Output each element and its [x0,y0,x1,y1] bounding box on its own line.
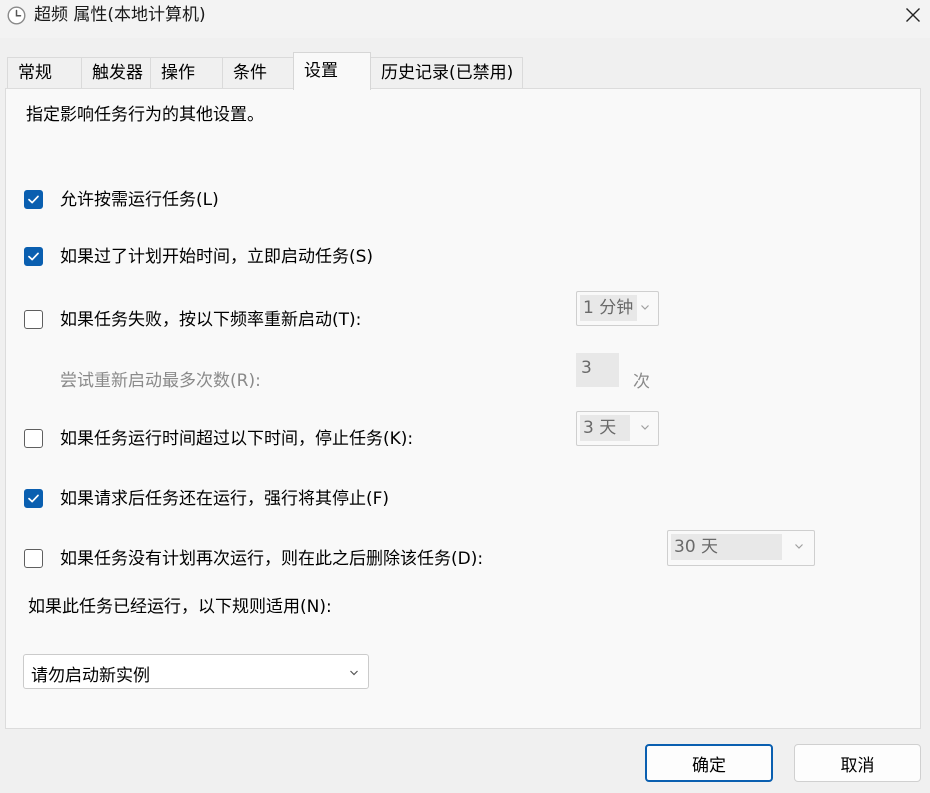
chevron-down-icon [641,305,649,310]
stop-duration-select[interactable]: 3 天 [576,411,659,446]
chevron-down-icon [641,425,649,430]
chevron-down-icon [350,670,358,676]
stop-if-long-label: 如果任务运行时间超过以下时间，停止任务(K): [60,429,414,449]
clock-icon [7,6,26,25]
allow-on-demand-checkbox[interactable] [24,190,43,209]
delete-task-checkbox[interactable] [24,549,43,568]
force-stop-checkbox[interactable] [24,489,43,508]
checkmark-icon [28,252,39,261]
run-asap-label: 如果过了计划开始时间，立即启动任务(S) [60,247,374,267]
running-rule-select[interactable]: 请勿启动新实例 [23,654,369,689]
tab-general[interactable]: 常规 [7,57,82,89]
delete-task-label: 如果任务没有计划再次运行，则在此之后删除该任务(D): [60,549,484,569]
cancel-button[interactable]: 取消 [794,744,921,782]
restart-interval-select[interactable]: 1 分钟 [576,291,659,326]
restart-attempts-label: 尝试重新启动最多次数(R): [60,371,261,391]
stop-if-long-checkbox[interactable] [24,429,43,448]
stop-duration-value: 3 天 [580,415,630,441]
tab-triggers[interactable]: 触发器 [81,57,151,89]
close-button[interactable] [896,0,930,30]
close-icon [906,8,920,22]
settings-description: 指定影响任务行为的其他设置。 [26,105,264,125]
checkmark-icon [28,195,39,204]
allow-on-demand-label: 允许按需运行任务(L) [60,190,219,210]
restart-interval-value: 1 分钟 [580,295,637,321]
restart-attempts-unit: 次 [633,372,650,392]
delete-after-select[interactable]: 30 天 [667,530,815,566]
tab-conditions[interactable]: 条件 [222,57,294,89]
restart-on-fail-label: 如果任务失败，按以下频率重新启动(T): [60,310,362,330]
title-bar: 超频 属性(本地计算机) [0,0,930,38]
chevron-down-icon [795,544,803,549]
restart-attempts-spinner[interactable]: 3 [576,353,619,387]
tab-history[interactable]: 历史记录(已禁用) [370,57,523,89]
force-stop-label: 如果请求后任务还在运行，强行将其停止(F) [60,489,390,509]
window-title: 超频 属性(本地计算机) [34,5,206,25]
running-rule-value: 请勿启动新实例 [31,666,150,686]
tab-settings[interactable]: 设置 [293,52,371,90]
delete-after-value: 30 天 [671,534,782,560]
restart-attempts-value: 3 [581,358,592,378]
restart-on-fail-checkbox[interactable] [24,310,43,329]
tab-actions[interactable]: 操作 [150,57,223,89]
checkmark-icon [28,494,39,503]
run-asap-checkbox[interactable] [24,247,43,266]
ok-button[interactable]: 确定 [645,744,773,782]
running-rule-label: 如果此任务已经运行，以下规则适用(N): [28,597,332,617]
settings-panel [5,88,921,729]
